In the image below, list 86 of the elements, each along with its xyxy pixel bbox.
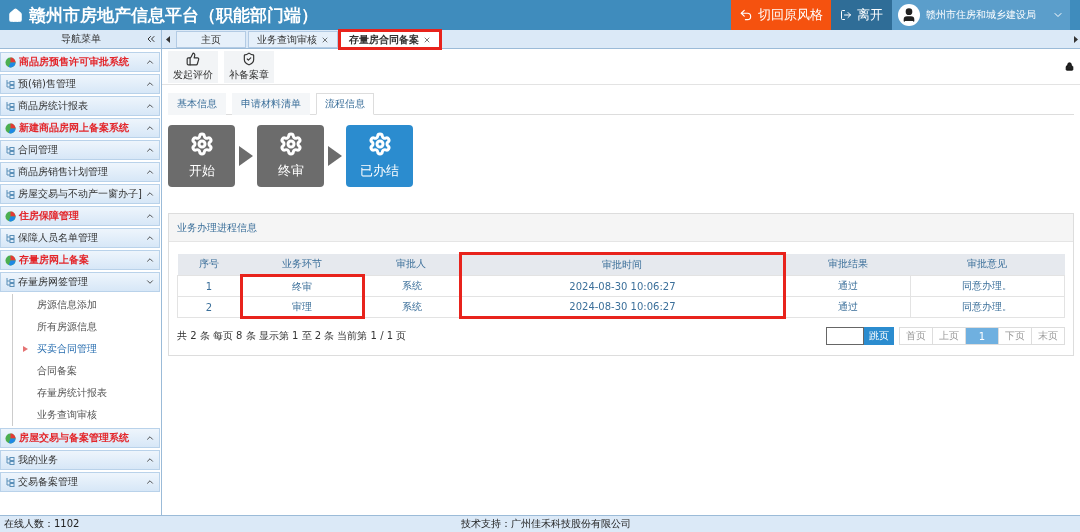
table-cell: 通过 (784, 275, 911, 297)
avatar-icon[interactable] (898, 4, 920, 26)
pagination-summary: 共 2 条 每页 8 条 显示第 1 至 2 条 当前第 1 / 1 页 (177, 329, 408, 343)
undo-icon (739, 8, 753, 22)
sidebar-item[interactable]: 房屋交易与不动产一窗办子] (0, 184, 160, 204)
support-text: 技术支持：广州佳禾科技股份有限公司 (460, 517, 632, 531)
table-cell: 2024-08-30 10:06:27 (460, 296, 784, 318)
sidebar-item[interactable]: 存量房网上备案 (0, 250, 160, 270)
sidebar-item[interactable]: 商品房销售计划管理 (0, 162, 160, 182)
sidebar-item[interactable]: 预(销)售管理 (0, 74, 160, 94)
close-icon[interactable] (423, 35, 431, 44)
submenu-item[interactable]: 房源信息添加 (12, 294, 160, 316)
pie-chart-icon (5, 122, 16, 134)
table-cell: 同意办理。 (910, 275, 1065, 297)
collapse-icon[interactable] (145, 33, 157, 45)
content-tab[interactable]: 申请材料清单 (232, 93, 310, 115)
table-cell: 系统 (363, 275, 461, 297)
table-cell: 2024-08-30 10:06:27 (460, 275, 784, 297)
submenu-item[interactable]: 合同备案 (12, 360, 160, 382)
sidebar-item[interactable]: 新建商品房网上备案系统 (0, 118, 160, 138)
gear-icon (367, 132, 392, 156)
content-tab[interactable]: 流程信息 (316, 93, 374, 115)
column-header: 审批结果 (784, 253, 911, 276)
pie-chart-icon (5, 432, 16, 444)
shield-check-icon (242, 51, 256, 66)
thumbs-up-icon (186, 51, 200, 66)
sidebar-item[interactable]: 商品房统计报表 (0, 96, 160, 116)
sidebar-item[interactable]: 存量房网签管理 (0, 272, 160, 292)
tree-icon (5, 79, 15, 89)
tab[interactable]: 业务查询审核 (248, 31, 338, 48)
leave-button[interactable]: 离开 (831, 0, 892, 30)
sidebar-item[interactable]: 交易备案管理 (0, 472, 160, 492)
tree-icon (5, 455, 15, 465)
online-count: 在线人数：1102 (3, 517, 81, 531)
submenu-item[interactable]: 所有房源信息 (12, 316, 160, 338)
tab[interactable]: 存量房合同备案 (340, 31, 440, 48)
sidebar-item[interactable]: 商品房预售许可审批系统 (0, 52, 160, 72)
column-header: 业务环节 (241, 253, 364, 276)
tree-icon (5, 277, 15, 287)
tree-icon (5, 477, 15, 487)
table-cell: 通过 (784, 296, 911, 318)
submenu-item[interactable]: 买卖合同管理 (12, 338, 160, 360)
jump-button[interactable]: 跳页 (864, 327, 894, 345)
arrow-icon (239, 146, 253, 166)
table-cell: 审理 (241, 296, 364, 318)
pie-chart-icon (5, 210, 16, 222)
sidebar-title: 导航菜单 (60, 32, 101, 46)
sidebar-item[interactable]: 保障人员名单管理 (0, 228, 160, 248)
tree-icon (5, 189, 15, 199)
sidebar-item[interactable]: 我的业务 (0, 450, 160, 470)
sidebar-item[interactable]: 住房保障管理 (0, 206, 160, 226)
toolbar-button[interactable]: 发起评价 (168, 50, 218, 83)
table-cell: 同意办理。 (910, 296, 1065, 318)
tree-icon (5, 101, 15, 111)
pie-chart-icon (5, 254, 16, 266)
gear-icon (189, 132, 214, 156)
process-step: 开始 (168, 125, 235, 187)
panel-title: 业务办理进程信息 (177, 220, 257, 235)
logout-icon (840, 9, 852, 21)
home-icon[interactable] (8, 7, 23, 23)
tree-icon (5, 167, 15, 177)
submenu-item[interactable]: 业务查询审核 (12, 404, 160, 426)
toolbar-button[interactable]: 补备案章 (224, 50, 274, 83)
arrow-marker-icon (23, 346, 28, 352)
column-header: 审批人 (363, 253, 461, 276)
process-step: 已办结 (346, 125, 413, 187)
content-tab[interactable]: 基本信息 (168, 93, 226, 115)
sidebar-item[interactable]: 合同管理 (0, 140, 160, 160)
app-title: 赣州市房地产信息平台（职能部门端） (29, 3, 319, 27)
column-header: 审批意见 (910, 253, 1065, 276)
process-step: 终审 (257, 125, 324, 187)
tree-icon (5, 233, 15, 243)
submenu-item[interactable]: 存量房统计报表 (12, 382, 160, 404)
table-cell: 2 (177, 296, 242, 318)
table-cell: 1 (177, 275, 242, 297)
tab[interactable]: 主页 (176, 31, 246, 48)
tree-icon (5, 145, 15, 155)
close-icon[interactable] (321, 35, 329, 44)
page-input[interactable] (826, 327, 864, 345)
sidebar-item[interactable]: 房屋交易与备案管理系统 (0, 428, 160, 448)
column-header: 序号 (177, 253, 242, 276)
column-header: 审批时间 (460, 253, 784, 276)
table-cell: 终审 (241, 275, 364, 297)
arrow-icon (328, 146, 342, 166)
gear-icon (278, 132, 303, 156)
pie-chart-icon (5, 56, 16, 68)
